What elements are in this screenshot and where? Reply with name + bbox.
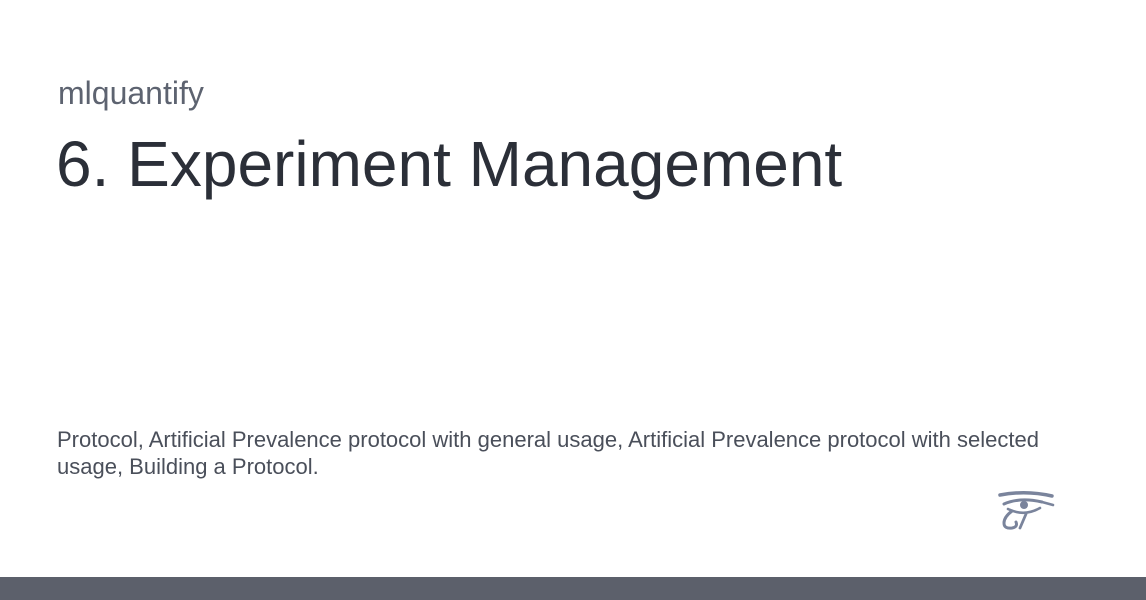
social-card: mlquantify 6. Experiment Management Prot… <box>0 0 1146 577</box>
footer-bar-fill <box>0 577 1146 600</box>
page-title: 6. Experiment Management <box>56 128 843 200</box>
page-summary: Protocol, Artificial Prevalence protocol… <box>57 427 1039 479</box>
site-name: mlquantify <box>58 75 204 111</box>
footer-bar <box>0 577 1146 600</box>
eye-of-horus-icon <box>998 491 1055 530</box>
